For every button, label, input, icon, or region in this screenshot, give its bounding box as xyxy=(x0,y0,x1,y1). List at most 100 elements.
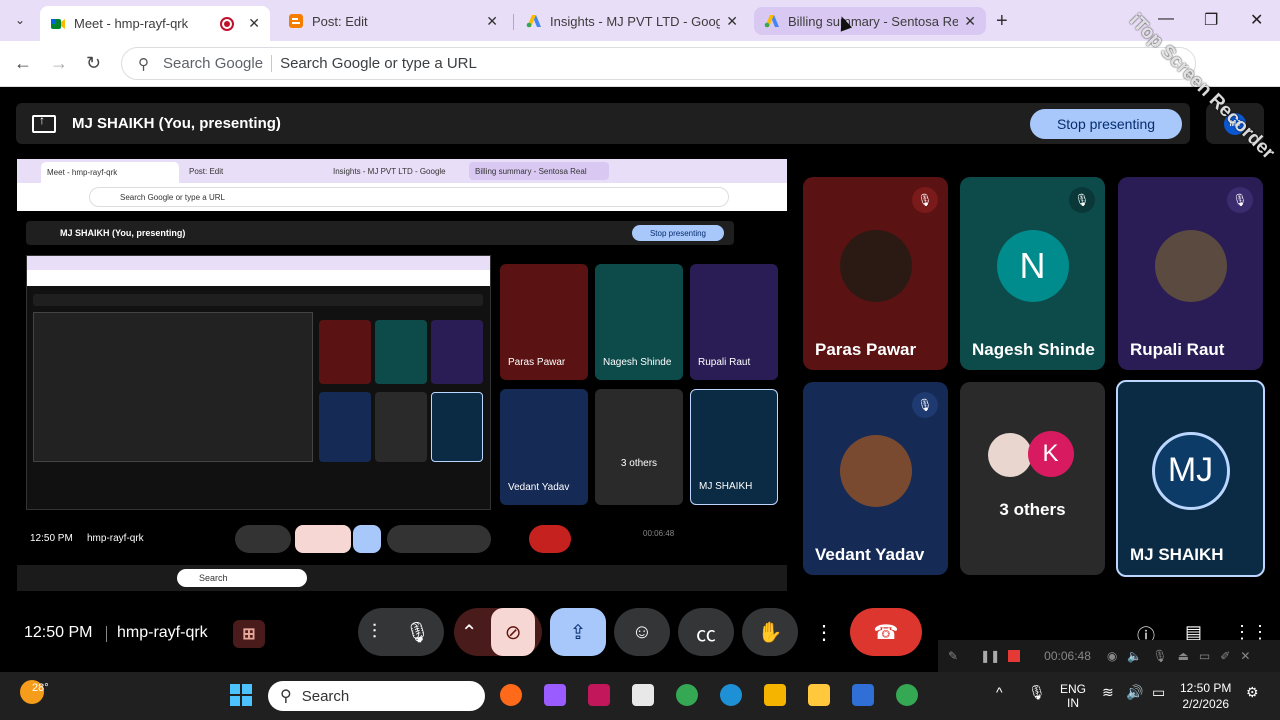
tray-chevron-icon[interactable]: ^ xyxy=(996,684,1003,700)
camera-icon[interactable]: ◉ xyxy=(1107,649,1117,663)
store-icon[interactable] xyxy=(632,684,654,706)
participant-tile[interactable]: 🎙 N Nagesh Shinde xyxy=(960,177,1105,370)
comment-icon[interactable]: ▭ xyxy=(1199,649,1210,663)
power-bi-icon[interactable] xyxy=(764,684,786,706)
shared-tile: 3 others xyxy=(595,389,683,505)
speaker-icon[interactable]: 🔈 xyxy=(1127,649,1142,663)
copilot-icon[interactable] xyxy=(544,684,566,706)
participant-name: Nagesh Shinde xyxy=(972,340,1095,359)
shared-address-bar: Search Google or type a URL xyxy=(89,187,729,207)
address-placeholder: Search Google or type a URL xyxy=(280,55,477,72)
participant-name: MJ SHAIKH xyxy=(1130,545,1224,564)
more-options-button[interactable]: ⋮ xyxy=(806,608,842,656)
tab-separator xyxy=(513,14,514,30)
system-clock[interactable]: 12:50 PM 2/2/2026 xyxy=(1180,680,1231,712)
minimize-button[interactable]: — xyxy=(1158,10,1174,28)
shared-tab: Post: Edit xyxy=(189,166,224,176)
close-icon[interactable]: ✕ xyxy=(726,13,738,30)
participant-tile[interactable]: 🎙 Vedant Yadav xyxy=(803,382,948,575)
eject-icon[interactable]: ⏏ xyxy=(1178,649,1189,663)
close-icon[interactable]: ✕ xyxy=(486,13,498,30)
microphone-icon[interactable]: 🎙 xyxy=(1152,649,1167,663)
tab-meet[interactable]: Meet - hmp-rayf-qrk ✕ xyxy=(40,6,270,41)
meeting-time: 12:50 PM xyxy=(24,624,93,641)
browser-tabstrip: ⌄ Meet - hmp-rayf-qrk ✕ Post: Edit ✕ Ins… xyxy=(0,0,1280,41)
address-bar[interactable]: ⚲ Search Google Search Google or type a … xyxy=(121,47,1196,80)
shared-tile-name: Nagesh Shinde xyxy=(603,357,672,368)
tab-title: Billing summary - Sentosa Real xyxy=(788,13,959,29)
volume-icon[interactable]: 🔊 xyxy=(1126,684,1143,701)
avatar: N xyxy=(996,229,1069,302)
participant-tile[interactable]: 🎙 Rupali Raut xyxy=(1118,177,1263,370)
taskbar-search[interactable]: ⚲ Search xyxy=(268,681,485,711)
chrome-icon[interactable] xyxy=(676,684,698,706)
captions-button[interactable]: ㏄ xyxy=(678,608,734,656)
mic-muted-icon: 🎙 xyxy=(912,392,938,418)
edge-icon[interactable] xyxy=(720,684,742,706)
others-avatars: K xyxy=(987,431,1078,479)
camera-controls: ⌃ ⊘ xyxy=(454,608,542,656)
meeting-code: hmp-rayf-qrk xyxy=(117,624,208,641)
window-close-button[interactable]: ✕ xyxy=(1250,10,1263,30)
meet-favicon-icon xyxy=(51,18,65,29)
forward-button[interactable]: → xyxy=(50,53,68,74)
language-indicator[interactable]: ENG IN xyxy=(1060,682,1086,710)
wifi-icon[interactable]: ≋ xyxy=(1102,684,1114,701)
back-button[interactable]: ← xyxy=(14,53,32,74)
stop-presenting-button[interactable]: Stop presenting xyxy=(1030,109,1182,139)
participant-name: Vedant Yadav xyxy=(815,545,925,564)
camera-options-icon[interactable]: ⌃ xyxy=(461,620,478,645)
raise-hand-button[interactable]: ✋ xyxy=(742,608,798,656)
screen-recorder-icon[interactable] xyxy=(588,684,610,706)
microphone-icon[interactable]: 🎙 xyxy=(405,620,430,645)
shared-tab: Billing summary - Sentosa Real xyxy=(469,162,609,180)
tab-post-edit[interactable]: Post: Edit ✕ xyxy=(278,6,508,36)
leave-call-button[interactable]: ☎ xyxy=(850,608,922,656)
participant-tile[interactable]: K 3 others xyxy=(960,382,1105,575)
emoji-reactions-button[interactable]: ☺ xyxy=(614,608,670,656)
close-icon[interactable]: ✕ xyxy=(248,15,260,32)
firefox-icon[interactable] xyxy=(500,684,522,706)
google-ads-favicon-icon xyxy=(526,15,541,28)
chrome-profile-icon[interactable] xyxy=(896,684,918,706)
new-tab-button[interactable]: + xyxy=(996,10,1008,33)
pen-icon[interactable]: ✎ xyxy=(948,649,958,663)
start-button-icon[interactable] xyxy=(230,684,252,706)
battery-icon[interactable]: ▭ xyxy=(1152,684,1165,701)
edit-icon[interactable]: ✐ xyxy=(1220,649,1230,663)
participant-name: Rupali Raut xyxy=(1130,340,1225,359)
maximize-button[interactable]: ❐ xyxy=(1204,10,1218,30)
tab-insights[interactable]: Insights - MJ PVT LTD - Google ✕ xyxy=(516,6,748,36)
companion-mode-icon[interactable]: ⊞ xyxy=(233,620,265,648)
search-icon: ⚲ xyxy=(280,688,292,705)
notifications-icon[interactable]: ⚙ xyxy=(1246,684,1259,701)
shared-toolbar: Search Google or type a URL xyxy=(17,183,787,211)
present-screen-button[interactable]: ⇪ xyxy=(550,608,606,656)
reload-button[interactable]: ↻ xyxy=(86,53,101,74)
shared-presenting-banner: MJ SHAIKH (You, presenting) Stop present… xyxy=(26,221,734,245)
recording-elapsed: 00:06:48 xyxy=(1044,649,1091,663)
shared-controls: 12:50 PM hmp-rayf-qrk 00:06:48 xyxy=(17,519,787,559)
audio-level-icon[interactable]: ⫶ xyxy=(372,621,377,644)
defender-icon[interactable] xyxy=(852,684,874,706)
participant-tile-self[interactable]: MJ MJ SHAIKH xyxy=(1116,380,1265,577)
avatar xyxy=(839,434,912,507)
divider xyxy=(106,626,107,642)
shared-tile: Rupali Raut xyxy=(690,264,778,380)
close-icon[interactable]: ✕ xyxy=(964,13,976,30)
search-engine-label: Search Google xyxy=(163,55,273,72)
shared-search: Search xyxy=(177,569,307,587)
language-code: ENG xyxy=(1060,682,1087,696)
file-explorer-icon[interactable] xyxy=(808,684,830,706)
participant-tile[interactable]: 🎙 Paras Pawar xyxy=(803,177,948,370)
taskbar-search-label: Search xyxy=(301,687,350,705)
stop-record-icon[interactable] xyxy=(1008,650,1021,662)
present-screen-icon xyxy=(32,113,56,133)
microphone-icon[interactable]: 🎙 xyxy=(1028,684,1046,701)
recorder-toolbar: ✎ ❚❚ 00:06:48 ◉ 🔈 🎙 ⏏ ▭ ✐ ✕ xyxy=(938,640,1280,672)
close-icon[interactable]: ✕ xyxy=(1240,649,1250,663)
tab-search-button[interactable]: ⌄ xyxy=(8,8,32,32)
pause-icon[interactable]: ❚❚ xyxy=(980,649,1000,663)
tab-billing-summary[interactable]: Billing summary - Sentosa Real ✕ xyxy=(754,7,986,35)
camera-off-icon[interactable]: ⊘ xyxy=(491,608,536,656)
